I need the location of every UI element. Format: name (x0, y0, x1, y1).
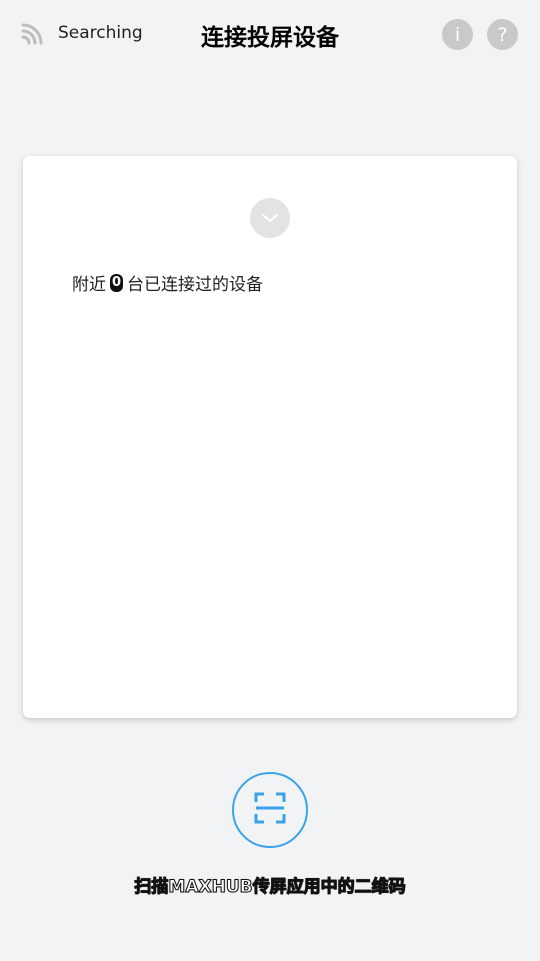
header: Searching 连接投屏设备 i ? (0, 0, 540, 68)
scan-qr-button[interactable] (232, 772, 308, 848)
nearby-prefix: 附近 (72, 275, 106, 295)
device-count-badge: 0 (110, 273, 123, 292)
device-list-card: 附近 0 台已连接过的设备 (23, 156, 517, 718)
expand-button[interactable] (250, 198, 290, 238)
chevron-down-icon (260, 209, 280, 228)
nearby-suffix: 台已连接过的设备 (127, 275, 263, 295)
help-icon: ? (497, 23, 508, 46)
info-button[interactable]: i (442, 19, 473, 50)
info-icon: i (454, 23, 461, 46)
screen: Searching 连接投屏设备 i ? 附近 0 台已连接过的设备 扫描MAX… (0, 0, 540, 961)
scan-icon (253, 791, 287, 829)
help-button[interactable]: ? (487, 19, 518, 50)
scan-instruction: 扫描MAXHUB传屏应用中的二维码 (134, 877, 406, 898)
nearby-devices-text: 附近 0 台已连接过的设备 (72, 270, 263, 295)
